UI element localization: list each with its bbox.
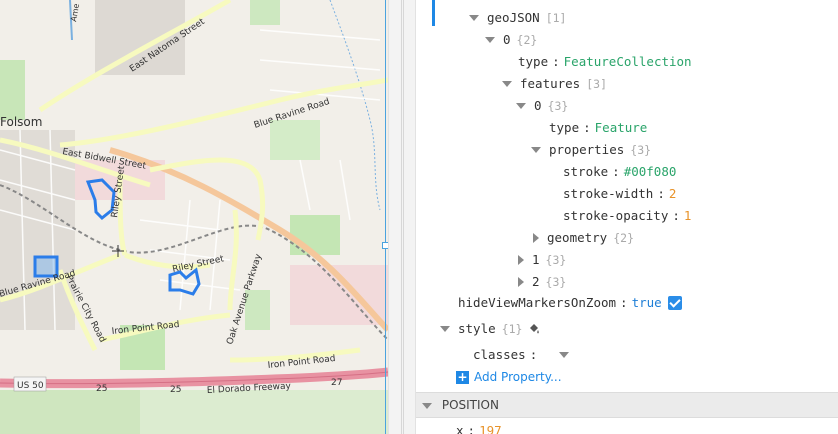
prop-key: 0 [503, 32, 511, 47]
tree-row-feature-1[interactable]: 1 {3} [518, 250, 566, 270]
binding-accent-bar [432, 0, 435, 26]
prop-key: stroke [563, 164, 609, 179]
prop-key: 0 [534, 98, 542, 113]
tree-row-geojson-0[interactable]: 0 {2} [485, 30, 537, 50]
section-header-position[interactable]: POSITION [416, 392, 838, 418]
prop-key: style [458, 321, 496, 336]
prop-key: 1 [532, 252, 540, 267]
checkbox-checked-icon[interactable] [667, 296, 682, 310]
chevron-down-icon[interactable] [559, 352, 570, 358]
prop-count: [1] [545, 11, 567, 25]
map-canvas[interactable]: Folsom East Natoma Street Blue Ravine Ro… [0, 0, 388, 434]
prop-key: type [549, 120, 580, 135]
section-title: POSITION [441, 398, 499, 412]
plus-icon[interactable]: + [456, 370, 469, 384]
prop-value[interactable]: true [632, 293, 662, 313]
prop-key: stroke-width [563, 186, 654, 201]
tree-row-geometry[interactable]: geometry {2} [533, 228, 634, 248]
tree-row-properties[interactable]: properties {3} [531, 140, 651, 160]
add-property-label[interactable]: Add Property... [474, 367, 562, 387]
prop-count: [3] [586, 77, 607, 91]
caret-down-icon[interactable] [516, 103, 526, 109]
prop-value[interactable]: FeatureCollection [564, 52, 692, 72]
tree-row-style[interactable]: style {1} [440, 319, 540, 339]
add-property-button[interactable]: + Add Property... [456, 367, 562, 387]
caret-right-icon[interactable] [518, 255, 524, 265]
prop-key: features [520, 76, 581, 91]
property-tree: geoJSON [1] 0 {2} type : FeatureCollecti… [416, 0, 838, 434]
tree-row-position-x[interactable]: x : 197 [456, 421, 502, 434]
tree-row-feature-2[interactable]: 2 {3} [518, 272, 566, 292]
tree-row-features[interactable]: features [3] [502, 74, 607, 94]
prop-key: classes [473, 347, 526, 362]
prop-key: stroke-opacity [563, 208, 669, 223]
prop-count: {3} [545, 275, 567, 289]
caret-down-icon[interactable] [469, 15, 479, 21]
map-label-us50: US 50 [17, 381, 44, 391]
tree-row-feature-0[interactable]: 0 {3} [516, 96, 568, 116]
prop-count: {3} [545, 253, 567, 267]
tree-row-stroke[interactable]: stroke : #00f080 [563, 162, 676, 182]
splitter-grip[interactable] [401, 0, 404, 434]
tree-row-feature-type[interactable]: type : Feature [549, 118, 647, 138]
caret-down-icon[interactable] [440, 326, 450, 332]
prop-value[interactable]: 1 [684, 206, 692, 226]
caret-down-icon[interactable] [485, 37, 495, 43]
caret-down-icon[interactable] [531, 147, 541, 153]
paint-bucket-icon[interactable] [528, 323, 540, 335]
prop-key: x [456, 423, 464, 434]
caret-right-icon[interactable] [518, 277, 524, 287]
tree-row-type[interactable]: type : FeatureCollection [518, 52, 692, 72]
prop-value[interactable]: 197 [479, 421, 502, 434]
tree-row-stroke-width[interactable]: stroke-width : 2 [563, 184, 676, 204]
caret-down-icon[interactable] [502, 81, 512, 87]
prop-key: properties [549, 142, 625, 157]
tree-row-geojson[interactable]: geoJSON [1] [469, 8, 566, 28]
geojson-feature-3 [33, 255, 59, 278]
prop-count: {3} [630, 143, 652, 157]
prop-count: {3} [547, 99, 569, 113]
map-label-exit-25a: 25 [96, 384, 107, 394]
prop-key: 2 [532, 274, 540, 289]
prop-count: {2} [613, 231, 634, 245]
prop-key: geometry [547, 230, 608, 245]
prop-value[interactable]: #00f080 [624, 162, 677, 182]
prop-value[interactable]: Feature [595, 118, 648, 138]
map-view[interactable]: Folsom East Natoma Street Blue Ravine Ro… [0, 0, 388, 434]
caret-right-icon[interactable] [533, 233, 539, 243]
tree-row-stroke-opacity[interactable]: stroke-opacity : 1 [563, 206, 691, 226]
tree-row-classes[interactable]: classes : [473, 345, 570, 365]
prop-count: {2} [516, 33, 538, 47]
prop-key: hideViewMarkersOnZoom [458, 295, 617, 310]
prop-count: {1} [501, 322, 523, 336]
caret-down-icon[interactable] [422, 402, 432, 409]
prop-key: type [518, 54, 549, 69]
prop-key: geoJSON [487, 10, 540, 25]
pane-splitter[interactable] [388, 0, 416, 434]
map-label-exit-27: 27 [331, 378, 342, 388]
map-label-exit-25b: 25 [170, 385, 181, 395]
map-label-folsom: Folsom [0, 115, 42, 129]
tree-row-hide-view-markers[interactable]: hideViewMarkersOnZoom : true [458, 293, 682, 313]
prop-value[interactable]: 2 [669, 184, 677, 204]
